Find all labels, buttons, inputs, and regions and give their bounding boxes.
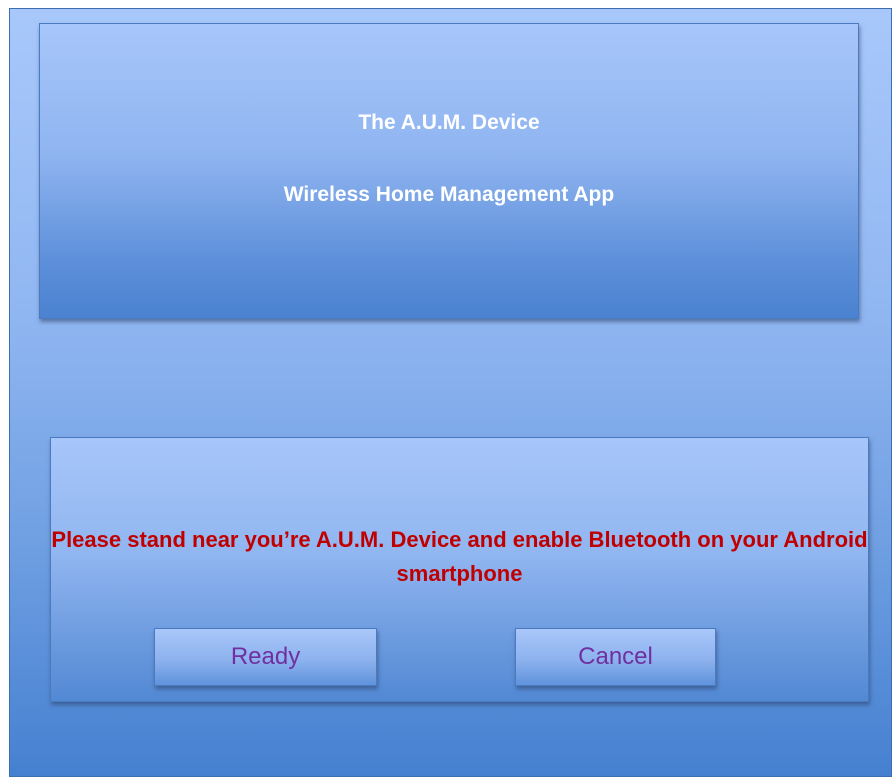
- bluetooth-instruction-message: Please stand near you’re A.U.M. Device a…: [51, 527, 868, 586]
- cancel-button[interactable]: Cancel: [515, 628, 716, 686]
- bluetooth-prompt-dialog: Please stand near you’re A.U.M. Device a…: [50, 437, 869, 702]
- header-panel: The A.U.M. Device Wireless Home Manageme…: [39, 23, 859, 319]
- app-screen: The A.U.M. Device Wireless Home Manageme…: [9, 8, 892, 777]
- app-title: The A.U.M. Device: [358, 111, 540, 134]
- app-subtitle: Wireless Home Management App: [283, 183, 615, 206]
- ready-button[interactable]: Ready: [154, 628, 377, 686]
